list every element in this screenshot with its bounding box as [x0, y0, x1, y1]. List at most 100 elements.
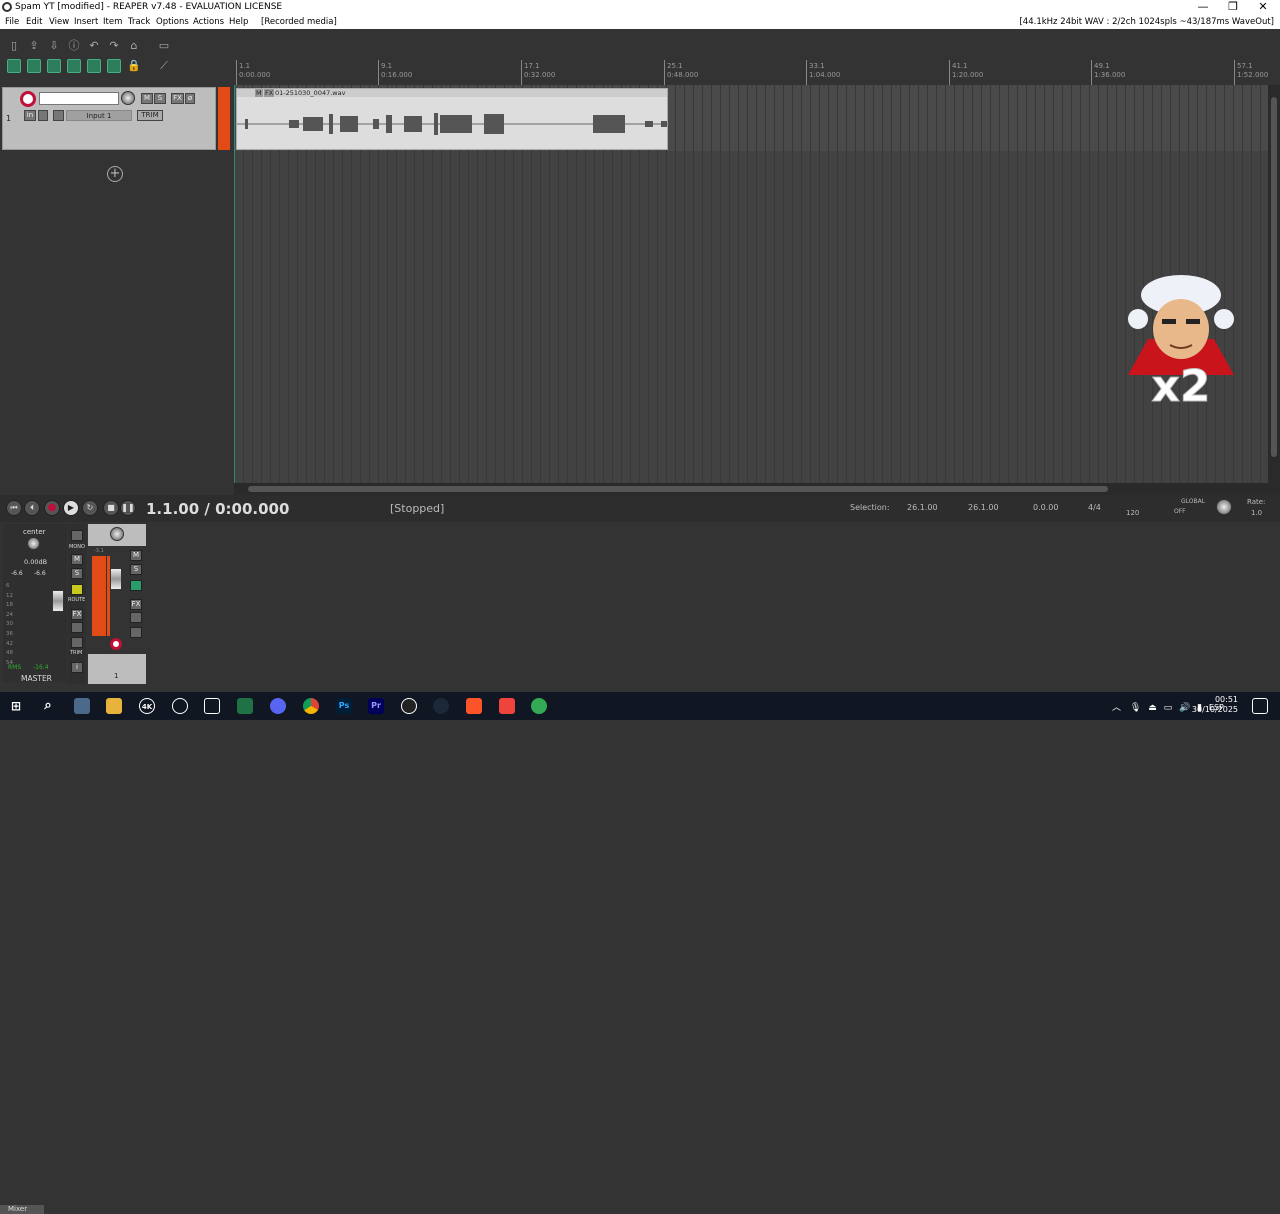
- track-envelope-icon[interactable]: [130, 580, 142, 591]
- solo-button[interactable]: S: [154, 93, 166, 104]
- track-mute-button[interactable]: M: [130, 550, 142, 561]
- premiere-icon[interactable]: Pr: [368, 698, 384, 714]
- discord-icon[interactable]: [270, 698, 286, 714]
- mono-button[interactable]: MONO: [69, 544, 85, 550]
- task-view-icon[interactable]: [74, 698, 90, 714]
- pause-button[interactable]: ❚❚: [120, 500, 136, 516]
- vertical-scroll-thumb[interactable]: [1271, 97, 1277, 457]
- time-signature[interactable]: 4/4: [1088, 503, 1101, 512]
- excel-icon[interactable]: [237, 698, 253, 714]
- lock-icon[interactable]: 🔒: [127, 59, 141, 73]
- undo-icon[interactable]: ↶: [87, 39, 101, 53]
- menu-help[interactable]: Help: [229, 17, 248, 27]
- file-explorer-icon[interactable]: [106, 698, 122, 714]
- master-pan-knob[interactable]: [27, 537, 40, 550]
- reaper-app-icon[interactable]: [2, 2, 12, 12]
- minimize-button[interactable]: —: [1188, 0, 1218, 15]
- steam-icon[interactable]: [433, 698, 449, 714]
- vertical-scrollbar[interactable]: [1268, 85, 1280, 483]
- selection-end[interactable]: 26.1.00: [968, 503, 999, 512]
- rate-value[interactable]: 1.0: [1251, 509, 1262, 517]
- volume-icon[interactable]: 🔊: [1179, 703, 1190, 713]
- record-arm-button[interactable]: [20, 91, 36, 107]
- track-fx-bypass-icon[interactable]: [130, 612, 142, 623]
- track-fx-button[interactable]: FX: [130, 599, 142, 610]
- menu-item[interactable]: Item: [103, 17, 122, 27]
- obs-icon[interactable]: [401, 698, 417, 714]
- master-route-button[interactable]: ROUTE: [68, 597, 85, 603]
- item-grouping-icon[interactable]: [27, 59, 41, 73]
- usb-icon[interactable]: ⏏: [1148, 703, 1157, 713]
- toolbar-blank-icon[interactable]: ▭: [157, 39, 171, 53]
- anydesk-icon[interactable]: [499, 698, 515, 714]
- snap-icon[interactable]: [87, 59, 101, 73]
- track-fader[interactable]: [110, 568, 122, 590]
- search-icon[interactable]: ⌕: [40, 698, 56, 714]
- tempo-bpm[interactable]: 120: [1126, 509, 1139, 517]
- master-output-icon[interactable]: [71, 530, 83, 541]
- monitor-toggle[interactable]: [38, 110, 48, 121]
- network-icon[interactable]: ▭: [1164, 703, 1173, 713]
- save-project-icon[interactable]: ⇩: [47, 39, 61, 53]
- track-name-input[interactable]: [39, 92, 119, 105]
- reaper-taskbar-icon[interactable]: [531, 698, 547, 714]
- brave-icon[interactable]: [466, 698, 482, 714]
- audio-status[interactable]: [44.1kHz 24bit WAV : 2/2ch 1024spls ~43/…: [1019, 17, 1274, 27]
- new-project-icon[interactable]: ▯: [7, 39, 21, 53]
- master-fader[interactable]: [52, 590, 64, 612]
- menu-insert[interactable]: Insert: [74, 17, 98, 27]
- play-button[interactable]: ▶: [63, 500, 79, 516]
- volume-knob[interactable]: [121, 91, 135, 105]
- stop-button[interactable]: ■: [103, 500, 119, 516]
- menu-options[interactable]: Options: [156, 17, 189, 27]
- notification-icon[interactable]: [1252, 698, 1268, 714]
- track-route-icon[interactable]: [130, 627, 142, 638]
- photoshop-icon[interactable]: Ps: [336, 698, 352, 714]
- horizontal-scroll-thumb[interactable]: [248, 486, 1108, 492]
- auto-crossfade-icon[interactable]: [67, 59, 81, 73]
- phase-button[interactable]: ø: [185, 93, 195, 104]
- microphone-icon[interactable]: 🎙: [1130, 703, 1141, 713]
- master-trim-icon[interactable]: [71, 637, 83, 648]
- timeline-ruler[interactable]: 1.1 0:00.000 9.1 0:16.000 17.1 0:32.000 25.…: [234, 60, 1270, 85]
- horizontal-scrollbar[interactable]: [234, 483, 1280, 495]
- selection-length[interactable]: 0.0.00: [1033, 503, 1058, 512]
- mute-button[interactable]: M: [141, 93, 153, 104]
- input-select[interactable]: Input 1: [66, 110, 132, 121]
- item-mute-icon[interactable]: M: [255, 89, 263, 97]
- master-info-button[interactable]: i: [71, 662, 83, 673]
- project-settings-icon[interactable]: ⓘ: [67, 39, 81, 53]
- master-trim-label[interactable]: TRIM: [70, 650, 82, 656]
- global-automation-label[interactable]: GLOBAL: [1181, 498, 1205, 505]
- fx-button[interactable]: FX: [171, 93, 184, 104]
- add-track-button[interactable]: +: [107, 166, 123, 182]
- menu-edit[interactable]: Edit: [26, 17, 42, 27]
- master-fx-button[interactable]: FX: [71, 609, 83, 620]
- time-display[interactable]: 1.1.00 / 0:00.000: [146, 500, 289, 518]
- input-type-icon[interactable]: [53, 110, 64, 121]
- playrate-knob[interactable]: [1216, 499, 1232, 515]
- chrome-icon[interactable]: [303, 698, 319, 714]
- item-fx-icon[interactable]: FX: [264, 89, 275, 97]
- metronome-icon[interactable]: ⌂: [127, 39, 141, 53]
- master-mute-button[interactable]: M: [71, 554, 83, 565]
- menu-view[interactable]: View: [49, 17, 69, 27]
- app-circle-icon[interactable]: [172, 698, 188, 714]
- menu-actions[interactable]: Actions: [193, 17, 224, 27]
- track-record-arm[interactable]: [110, 638, 122, 650]
- record-button[interactable]: ●: [44, 500, 60, 516]
- ripple-edit-icon[interactable]: [47, 59, 61, 73]
- loop-points-icon[interactable]: [107, 59, 121, 73]
- windows-start-icon[interactable]: ⊞: [8, 698, 24, 714]
- close-button[interactable]: ✕: [1248, 0, 1278, 15]
- go-to-start-button[interactable]: ⏮: [6, 500, 22, 516]
- track-header[interactable]: 1 M S FX ø in Input 1 TRIM: [2, 87, 216, 150]
- envelope-icon[interactable]: ⟋: [157, 59, 171, 73]
- tray-chevron-icon[interactable]: ︿: [1112, 703, 1121, 713]
- restore-button[interactable]: ❐: [1218, 0, 1248, 15]
- menu-track[interactable]: Track: [128, 17, 150, 27]
- mixer-tab[interactable]: Mixer: [0, 1205, 44, 1214]
- master-solo-button[interactable]: S: [71, 568, 83, 579]
- input-monitor-button[interactable]: in: [24, 110, 36, 121]
- keyboard-icon[interactable]: [204, 698, 220, 714]
